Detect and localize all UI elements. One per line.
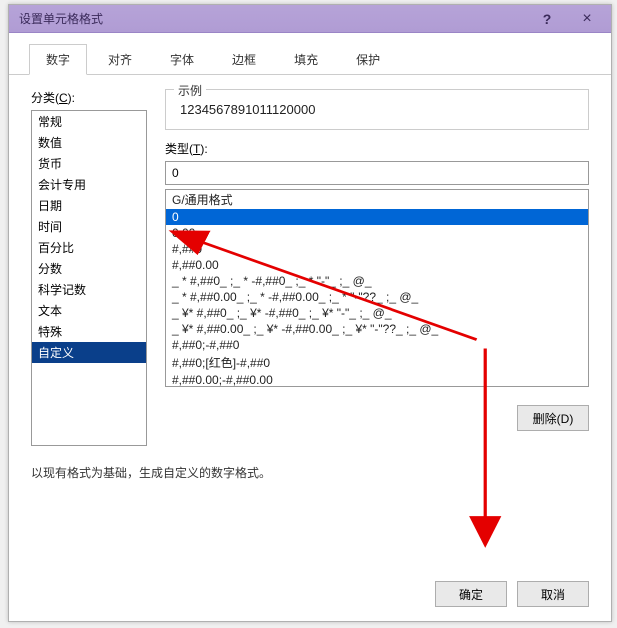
- close-button[interactable]: ×: [567, 8, 607, 30]
- category-item[interactable]: 货币: [32, 153, 146, 174]
- type-item[interactable]: 0: [166, 209, 588, 225]
- tab-2[interactable]: 字体: [153, 44, 211, 75]
- ok-button[interactable]: 确定: [435, 581, 507, 607]
- delete-button[interactable]: 删除(D): [517, 405, 589, 431]
- category-item[interactable]: 自定义: [32, 342, 146, 363]
- type-item[interactable]: _ ¥* #,##0_ ;_ ¥* -#,##0_ ;_ ¥* "-"_ ;_ …: [166, 305, 588, 321]
- help-button[interactable]: ?: [527, 8, 567, 30]
- type-item[interactable]: _ ¥* #,##0.00_ ;_ ¥* -#,##0.00_ ;_ ¥* "-…: [166, 321, 588, 337]
- type-item[interactable]: #,##0;[红色]-#,##0: [166, 353, 588, 372]
- type-listbox[interactable]: G/通用格式00.00#,##0#,##0.00_ * #,##0_ ;_ * …: [165, 189, 589, 387]
- type-item[interactable]: G/通用格式: [166, 190, 588, 209]
- type-item[interactable]: 0.00: [166, 225, 588, 241]
- close-icon: ×: [582, 10, 591, 28]
- type-item[interactable]: #,##0.00;-#,##0.00: [166, 372, 588, 387]
- tab-5[interactable]: 保护: [339, 44, 397, 75]
- category-item[interactable]: 日期: [32, 195, 146, 216]
- tab-0[interactable]: 数字: [29, 44, 87, 75]
- category-listbox[interactable]: 常规数值货币会计专用日期时间百分比分数科学记数文本特殊自定义: [31, 110, 147, 446]
- type-item[interactable]: _ * #,##0.00_ ;_ * -#,##0.00_ ;_ * "-"??…: [166, 289, 588, 305]
- tab-content-number: 分类(C): 常规数值货币会计专用日期时间百分比分数科学记数文本特殊自定义 示例…: [9, 75, 611, 569]
- tab-3[interactable]: 边框: [215, 44, 273, 75]
- format-cells-dialog: 设置单元格格式 ? × 数字对齐字体边框填充保护 分类(C): 常规数值货币会计…: [8, 4, 612, 622]
- category-item[interactable]: 会计专用: [32, 174, 146, 195]
- type-item[interactable]: #,##0;-#,##0: [166, 337, 588, 353]
- category-item[interactable]: 百分比: [32, 237, 146, 258]
- sample-legend: 示例: [174, 82, 206, 99]
- category-item[interactable]: 科学记数: [32, 279, 146, 300]
- type-item[interactable]: #,##0: [166, 241, 588, 257]
- category-item[interactable]: 文本: [32, 300, 146, 321]
- sample-value: 1234567891011120000: [176, 96, 578, 119]
- type-input[interactable]: [165, 161, 589, 185]
- cancel-button[interactable]: 取消: [517, 581, 589, 607]
- category-label: 分类(C):: [31, 89, 147, 106]
- category-item[interactable]: 常规: [32, 111, 146, 132]
- category-item[interactable]: 特殊: [32, 321, 146, 342]
- tab-1[interactable]: 对齐: [91, 44, 149, 75]
- dialog-title: 设置单元格格式: [19, 10, 527, 27]
- tab-4[interactable]: 填充: [277, 44, 335, 75]
- type-label: 类型(T):: [165, 140, 589, 157]
- dialog-footer: 确定 取消: [9, 569, 611, 621]
- type-item[interactable]: #,##0.00: [166, 257, 588, 273]
- category-item[interactable]: 时间: [32, 216, 146, 237]
- tab-bar: 数字对齐字体边框填充保护: [9, 33, 611, 75]
- hint-text: 以现有格式为基础，生成自定义的数字格式。: [31, 464, 589, 481]
- category-item[interactable]: 分数: [32, 258, 146, 279]
- type-item[interactable]: _ * #,##0_ ;_ * -#,##0_ ;_ * "-"_ ;_ @_: [166, 273, 588, 289]
- category-item[interactable]: 数值: [32, 132, 146, 153]
- titlebar: 设置单元格格式 ? ×: [9, 5, 611, 33]
- sample-group: 示例 1234567891011120000: [165, 89, 589, 130]
- help-icon: ?: [543, 11, 552, 27]
